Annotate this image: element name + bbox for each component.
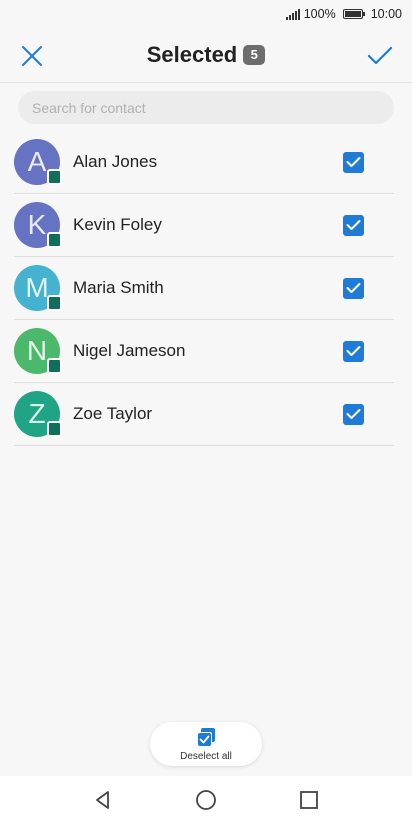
contact-name: Kevin Foley bbox=[73, 215, 162, 234]
back-button[interactable] bbox=[52, 776, 155, 824]
avatar-initial: M bbox=[25, 272, 49, 303]
contact-row-maria-smith[interactable]: M Maria Smith bbox=[14, 257, 394, 320]
checkbox-multiple-icon bbox=[197, 727, 215, 747]
confirm-button[interactable] bbox=[360, 36, 400, 76]
home-button[interactable] bbox=[155, 776, 258, 824]
close-button[interactable] bbox=[12, 36, 52, 76]
battery-percent: 100% bbox=[303, 7, 336, 21]
checkmark-icon bbox=[346, 346, 361, 356]
avatar: K bbox=[14, 202, 62, 248]
contact-row-kevin-foley[interactable]: K Kevin Foley bbox=[14, 194, 394, 257]
clock: 10:00 bbox=[370, 7, 402, 21]
battery-icon bbox=[342, 9, 365, 19]
avatar-initial: N bbox=[26, 335, 48, 366]
status-bar: 100% 10:00 bbox=[0, 0, 412, 28]
avatar: M bbox=[14, 265, 62, 311]
sim-icon bbox=[47, 358, 62, 374]
checkbox[interactable] bbox=[343, 277, 364, 299]
checkmark-icon bbox=[346, 157, 361, 167]
avatar-initial: A bbox=[27, 146, 47, 177]
contact-name: Maria Smith bbox=[73, 278, 164, 297]
avatar-initial: K bbox=[27, 209, 47, 240]
signal-icon bbox=[285, 8, 300, 20]
check-icon bbox=[367, 46, 393, 65]
contact-name: Zoe Taylor bbox=[73, 404, 153, 423]
checkmark-icon bbox=[346, 283, 361, 293]
checkbox[interactable] bbox=[343, 214, 364, 236]
contact-row-nigel-jameson[interactable]: N Nigel Jameson bbox=[14, 320, 394, 383]
back-triangle-icon bbox=[96, 791, 109, 809]
contact-row-zoe-taylor[interactable]: Z Zoe Taylor bbox=[14, 383, 394, 446]
recents-button[interactable] bbox=[258, 776, 361, 824]
checkmark-icon bbox=[346, 409, 361, 419]
close-icon bbox=[22, 46, 42, 66]
sim-icon bbox=[47, 421, 62, 437]
selected-count-badge: 5 bbox=[243, 45, 266, 65]
system-nav-bar bbox=[0, 776, 412, 824]
sim-icon bbox=[47, 169, 62, 185]
home-circle-icon bbox=[196, 790, 216, 810]
page-title: Selected bbox=[146, 42, 238, 67]
avatar: A bbox=[14, 139, 62, 185]
checkmark-icon bbox=[346, 220, 361, 230]
checkbox[interactable] bbox=[343, 340, 364, 362]
deselect-all-button[interactable]: Deselect all bbox=[150, 722, 262, 766]
avatar-initial: Z bbox=[28, 398, 46, 429]
avatar: N bbox=[14, 328, 62, 374]
sim-icon bbox=[47, 232, 62, 248]
checkbox[interactable] bbox=[343, 403, 364, 425]
contact-list: A Alan Jones K Kevin Foley M Maria Smith… bbox=[14, 131, 394, 446]
avatar: Z bbox=[14, 391, 62, 437]
title-group: Selected 5 bbox=[147, 42, 266, 68]
contact-name: Alan Jones bbox=[73, 152, 158, 171]
checkbox[interactable] bbox=[343, 151, 364, 173]
contact-name: Nigel Jameson bbox=[73, 341, 186, 360]
sim-icon bbox=[47, 295, 62, 311]
contact-row-alan-jones[interactable]: A Alan Jones bbox=[14, 131, 394, 194]
recents-square-icon bbox=[300, 791, 318, 809]
toolbar: Selected 5 bbox=[0, 28, 412, 83]
deselect-all-label: Deselect all bbox=[180, 750, 232, 762]
search-input[interactable] bbox=[18, 91, 394, 124]
